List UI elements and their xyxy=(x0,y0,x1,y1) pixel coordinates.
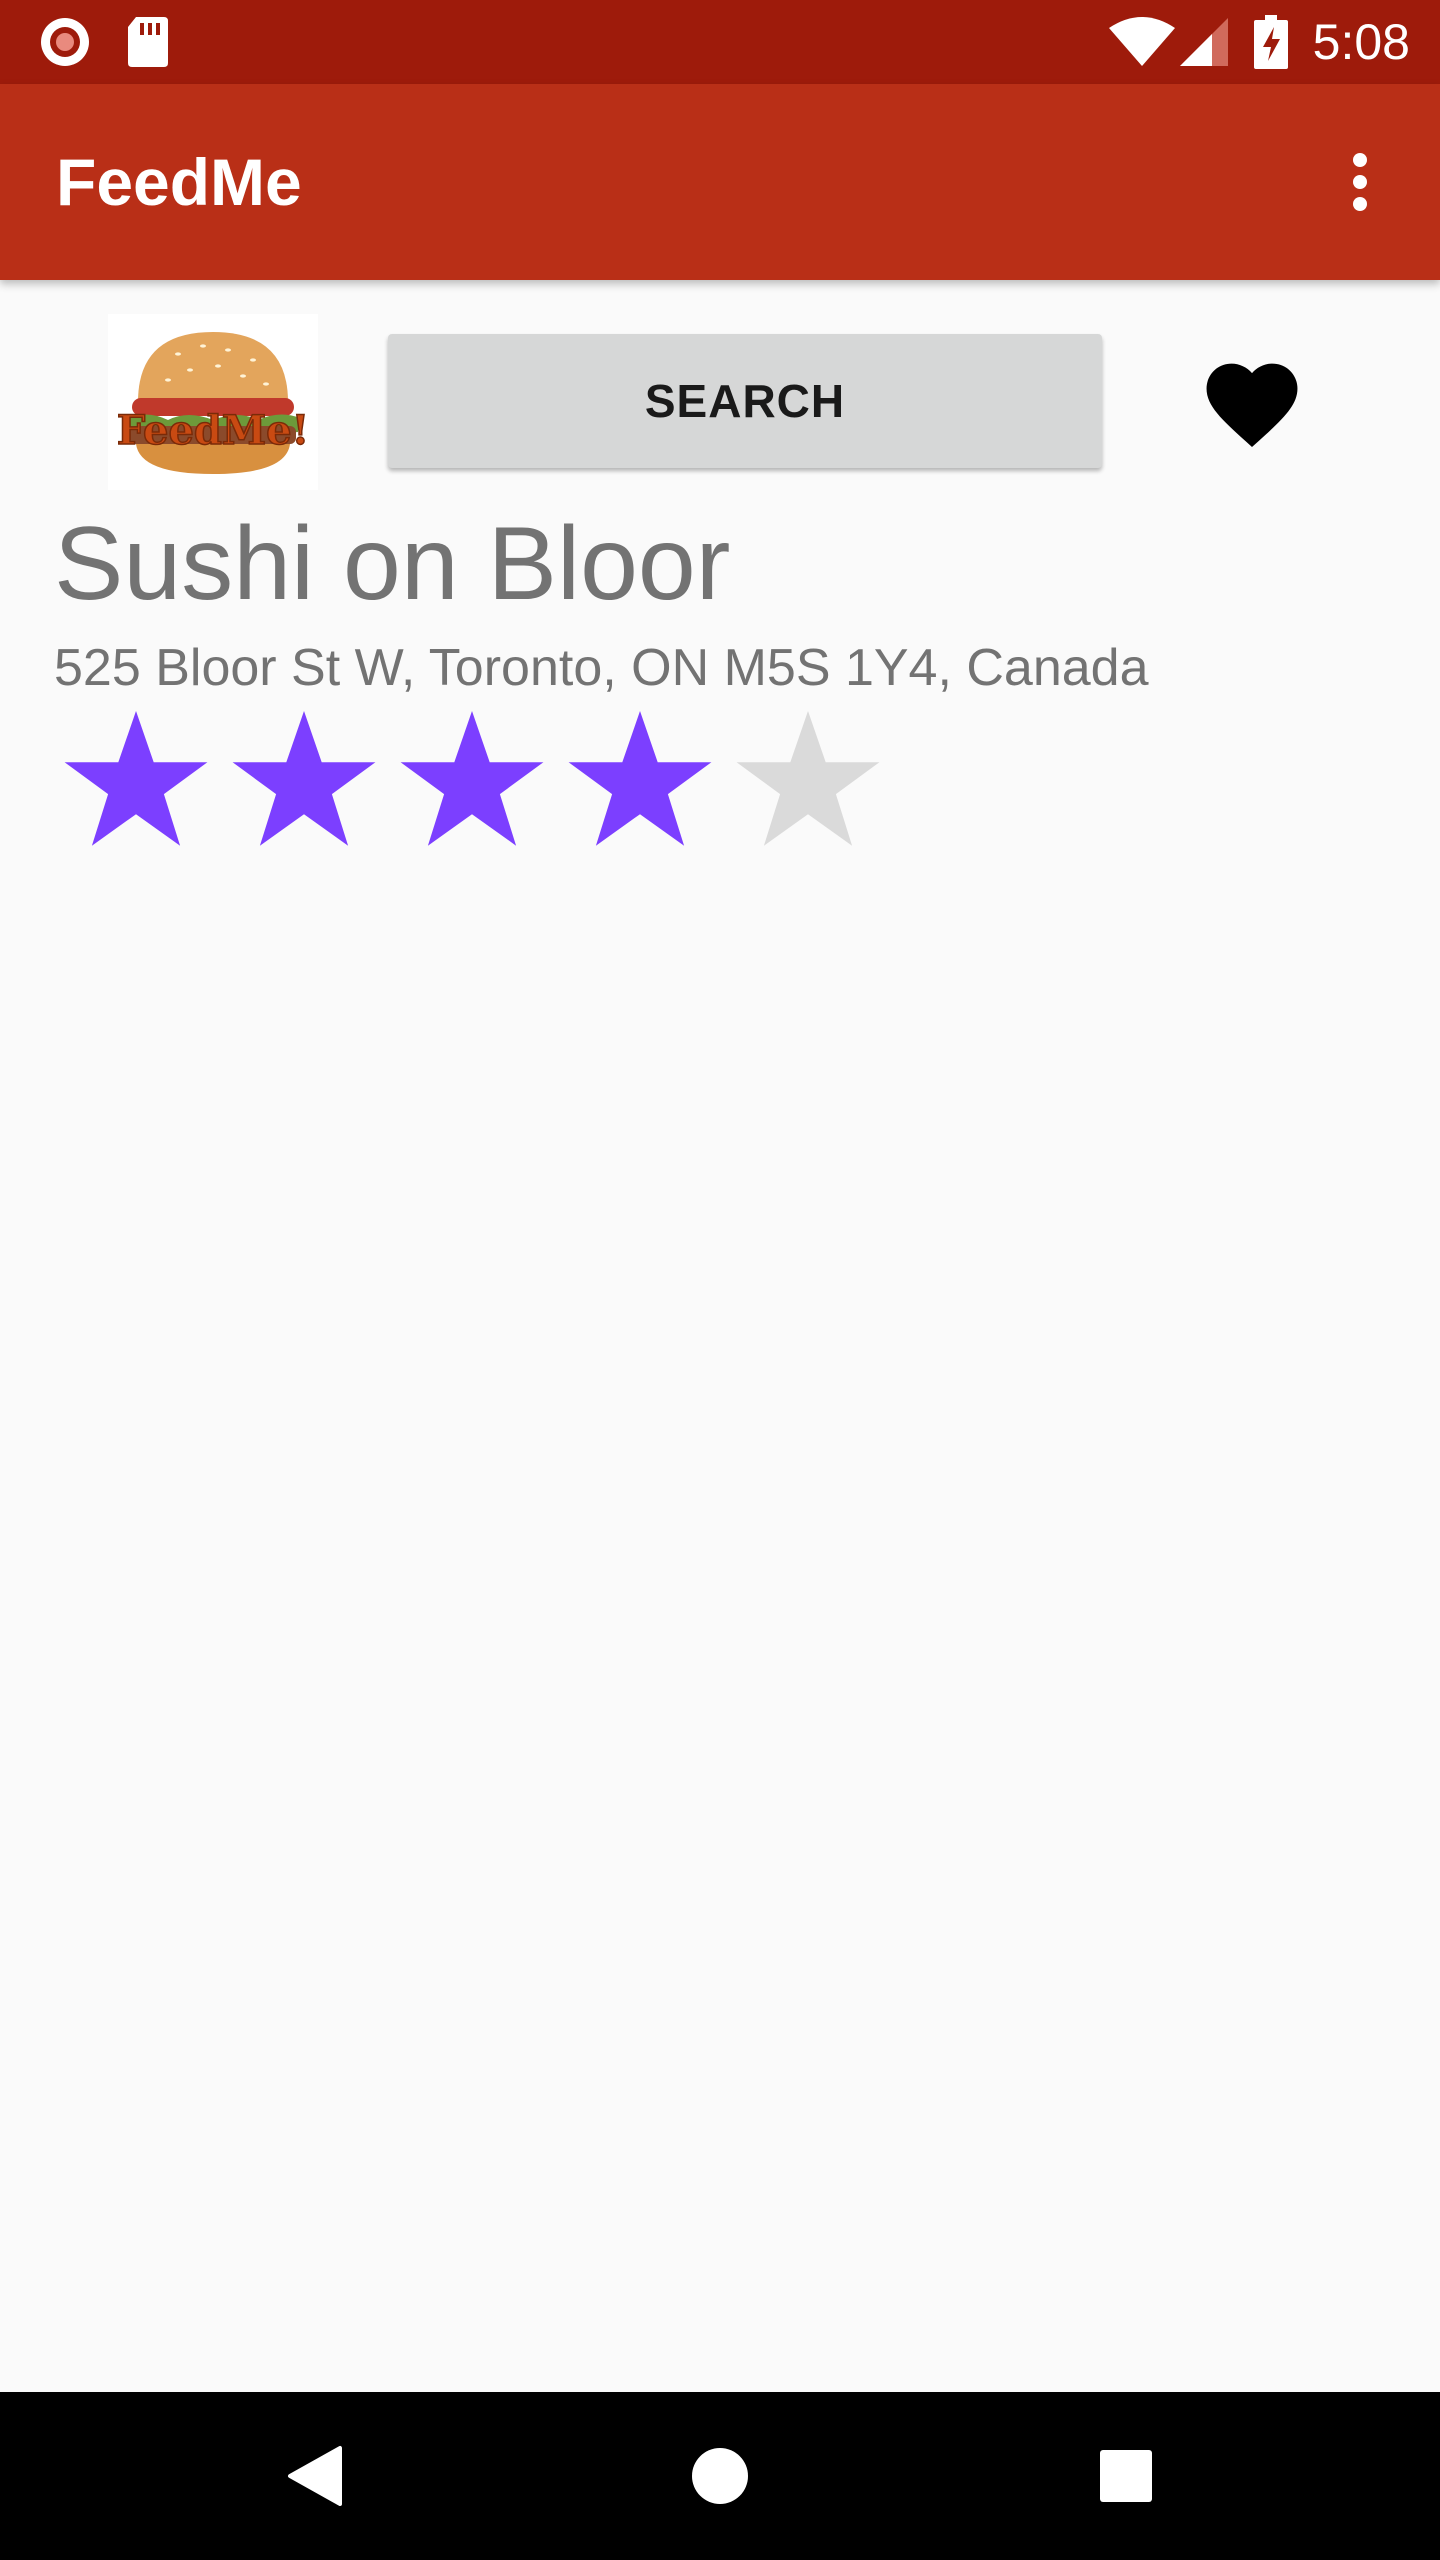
favorite-button[interactable] xyxy=(1190,340,1314,460)
notification-icon xyxy=(34,0,96,84)
app-bar: FeedMe xyxy=(0,84,1440,280)
restaurant-address: 525 Bloor St W, Toronto, ON M5S 1Y4, Can… xyxy=(54,639,1149,697)
status-bar: 5:08 xyxy=(0,0,1440,84)
heart-icon xyxy=(1206,363,1298,448)
logo-text: FeedMe! xyxy=(117,407,309,454)
battery-charging-icon xyxy=(1250,0,1292,84)
home-icon xyxy=(692,2448,748,2504)
star-filled-icon[interactable] xyxy=(560,708,720,858)
back-button[interactable] xyxy=(236,2392,396,2560)
rating-bar[interactable] xyxy=(56,708,906,858)
star-filled-icon[interactable] xyxy=(224,708,384,858)
recents-button[interactable] xyxy=(1046,2392,1206,2560)
restaurant-name: Sushi on Bloor xyxy=(54,506,731,622)
star-filled-icon[interactable] xyxy=(56,708,216,858)
app-title: FeedMe xyxy=(56,145,302,219)
feedme-logo: FeedMe! xyxy=(108,314,318,490)
home-button[interactable] xyxy=(640,2392,800,2560)
search-button[interactable]: SEARCH xyxy=(388,334,1102,468)
star-filled-icon[interactable] xyxy=(392,708,552,858)
more-options-button[interactable] xyxy=(1310,132,1410,232)
recents-icon xyxy=(1100,2450,1152,2502)
navigation-bar xyxy=(0,2392,1440,2560)
more-vert-icon xyxy=(1353,153,1367,211)
star-empty-icon[interactable] xyxy=(728,708,888,858)
back-icon xyxy=(288,2446,342,2506)
status-time: 5:08 xyxy=(1312,14,1410,70)
sd-card-icon xyxy=(122,0,174,84)
wifi-icon xyxy=(1104,0,1180,84)
cell-signal-icon xyxy=(1176,0,1232,84)
